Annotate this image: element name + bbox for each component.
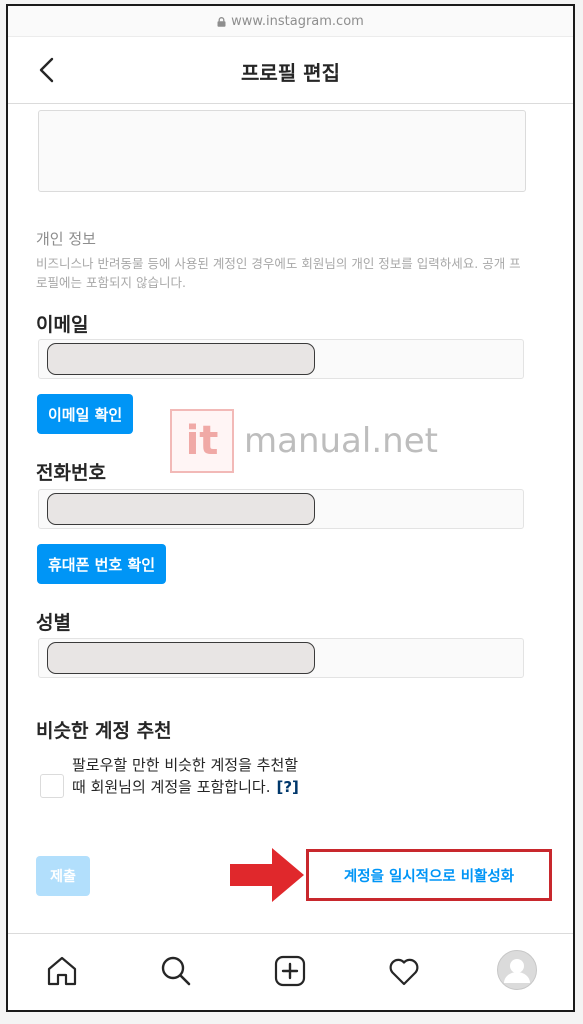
home-icon[interactable]: [44, 953, 80, 989]
bottom-nav: [8, 933, 573, 1010]
deactivate-account-link[interactable]: 계정을 일시적으로 비활성화: [344, 865, 514, 886]
gender-field[interactable]: [38, 638, 524, 678]
personal-info-heading: 개인 정보: [36, 230, 96, 248]
profile-avatar-icon[interactable]: [496, 949, 538, 991]
phone-screen: www.instagram.com 프로필 편집 개인 정보 비즈니스나 반려동…: [6, 4, 575, 1012]
similar-accounts-heading: 비슷한 계정 추천: [36, 720, 172, 742]
similar-accounts-checkbox[interactable]: [40, 774, 64, 798]
page-title: 프로필 편집: [241, 61, 340, 85]
new-post-icon[interactable]: [272, 953, 308, 989]
watermark-text: manual.net: [244, 421, 438, 461]
phone-confirm-button[interactable]: 휴대폰 번호 확인: [37, 544, 167, 584]
phone-field[interactable]: [38, 489, 524, 529]
email-field[interactable]: [38, 339, 524, 379]
email-confirm-button[interactable]: 이메일 확인: [37, 394, 134, 434]
heart-icon[interactable]: [386, 953, 422, 989]
redacted-value: [47, 493, 315, 525]
redacted-value: [47, 343, 315, 375]
help-link[interactable]: [?]: [276, 778, 298, 796]
red-arrow-annotation-icon: [230, 848, 304, 902]
watermark: it manual.net: [170, 409, 438, 473]
browser-url-text: www.instagram.com: [231, 13, 364, 29]
highlight-box: 계정을 일시적으로 비활성화: [306, 849, 552, 901]
submit-button[interactable]: 제출: [36, 856, 90, 896]
browser-url-bar[interactable]: www.instagram.com: [8, 6, 573, 37]
lock-icon: [217, 17, 226, 27]
similar-accounts-text: 팔로우할 만한 비슷한 계정을 추천할 때 회원님의 계정을 포함합니다. [?]: [72, 754, 312, 798]
page-header: 프로필 편집: [8, 37, 573, 104]
bio-textarea[interactable]: [38, 110, 526, 192]
email-label: 이메일: [36, 314, 89, 336]
redacted-value: [47, 642, 315, 674]
search-icon[interactable]: [158, 953, 194, 989]
phone-label: 전화번호: [36, 462, 106, 484]
similar-accounts-checkbox-label[interactable]: 팔로우할 만한 비슷한 계정을 추천할 때 회원님의 계정을 포함합니다.: [72, 756, 298, 796]
watermark-logo: it: [170, 409, 234, 473]
gender-label: 성별: [36, 612, 71, 634]
personal-info-description: 비즈니스나 반려동물 등에 사용된 계정인 경우에도 회원님의 개인 정보를 입…: [36, 256, 521, 290]
